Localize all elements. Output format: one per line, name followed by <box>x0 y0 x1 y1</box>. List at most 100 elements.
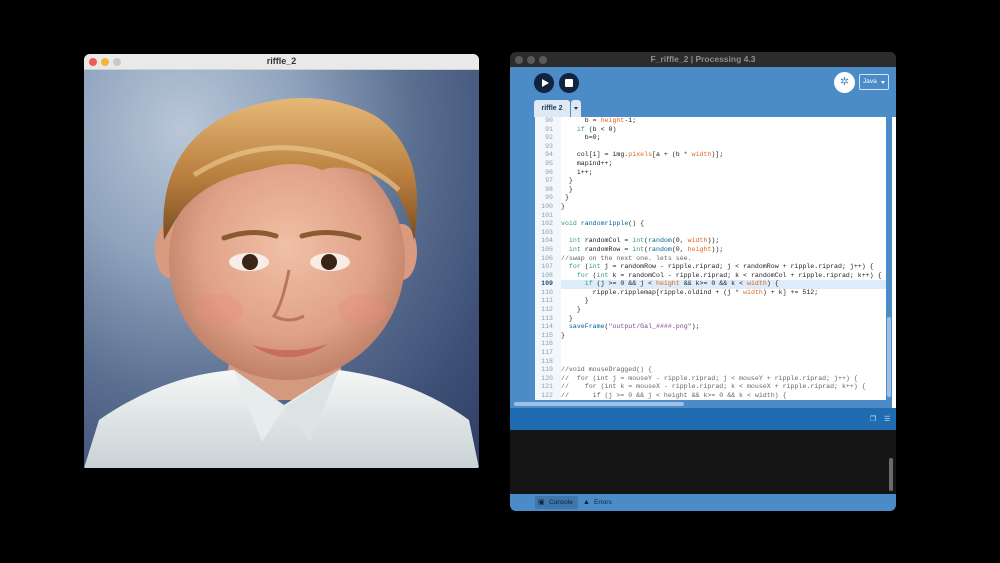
code-line[interactable]: 102 void randomripple() { <box>541 220 886 229</box>
code-text: } <box>561 185 573 193</box>
code-text: } <box>561 202 565 210</box>
tab-errors[interactable]: ▲ Errors <box>580 496 617 509</box>
mode-select[interactable]: Java <box>859 74 889 90</box>
sketch-title: riffle_2 <box>266 56 297 66</box>
tab-errors-label: Errors <box>594 499 612 506</box>
code-line[interactable]: 93 <box>545 143 886 152</box>
line-number: 110 <box>541 288 553 296</box>
tab-console-label: Console <box>549 499 573 506</box>
tab-riffle-2[interactable]: riffle 2 <box>534 100 570 117</box>
code-line[interactable]: 114 saveFrame("output/Gal_####.png"); <box>541 323 886 332</box>
tab-menu-button[interactable] <box>571 100 581 117</box>
code-line[interactable]: 115} <box>541 331 886 341</box>
code-line[interactable]: 118 <box>541 358 886 367</box>
line-number: 109 <box>541 280 553 288</box>
sketch-canvas[interactable] <box>84 70 479 468</box>
run-button[interactable] <box>534 73 554 93</box>
line-number: 99 <box>545 194 553 202</box>
copy-icon[interactable]: ❐ <box>870 415 878 423</box>
code-text: if (j >= 0 && j < height && k>= 0 && k <… <box>584 280 779 288</box>
code-line[interactable]: 100} <box>541 202 886 212</box>
code-line[interactable]: 107 for (int j = randomRow - ripple.ripr… <box>541 263 886 272</box>
code-line[interactable]: 119 //void mouseDragged() { <box>541 366 886 375</box>
code-line[interactable]: 94 col[i] = img.pixels[a + (b * width)]; <box>545 151 886 160</box>
code-line[interactable]: 99 } <box>545 194 886 203</box>
code-line[interactable]: 121 // for (int k = mouseX - ripple.ripra… <box>541 383 886 392</box>
ide-titlebar[interactable]: F_riffle_2 | Processing 4.3 <box>510 52 896 67</box>
code-line[interactable]: 104 int randomCol = int(random(0, width)… <box>541 237 886 246</box>
sketch-titlebar[interactable]: riffle_2 <box>84 54 479 70</box>
code-line[interactable]: 95 mapind++; <box>545 159 886 169</box>
code-line[interactable]: 103 <box>541 229 886 238</box>
code-line[interactable]: 91 if (b < 0) <box>545 125 886 135</box>
vertical-scroll-thumb[interactable] <box>887 317 891 397</box>
status-bar: ❐ ☰ <box>510 408 896 430</box>
code-editor[interactable]: 90 b = height-1; 91 if (b < 0) 92 b=0; 93 94… <box>510 117 896 408</box>
horizontal-scrollbar[interactable] <box>510 400 886 408</box>
sketch-window: riffle_2 <box>84 54 479 468</box>
code-area[interactable]: 90 b = height-1; 91 if (b < 0) 92 b=0; 93 94… <box>541 117 886 399</box>
code-line[interactable]: 105 int randomRow = int(random(0, height… <box>541 246 886 255</box>
code-text: //void mouseDragged() { <box>561 366 653 374</box>
code-text: if (b < 0) <box>576 125 617 133</box>
mode-label: Java <box>863 78 877 85</box>
horizontal-scroll-thumb[interactable] <box>514 402 684 406</box>
ide-toolbar: ✲ Java <box>510 67 896 100</box>
code-line[interactable]: 120 // for (int j = mouseY - ripple.ripra… <box>541 375 886 384</box>
play-icon <box>542 79 549 87</box>
stop-button[interactable] <box>559 73 579 93</box>
code-line[interactable]: 90 b = height-1; <box>545 117 886 126</box>
code-line[interactable]: 98 } <box>545 185 886 195</box>
code-text: i++; <box>561 168 593 176</box>
line-number: 93 <box>545 142 553 150</box>
code-text: for (int j = randomRow - ripple.riprad; … <box>568 263 874 271</box>
debugger-button[interactable]: ✲ <box>834 72 855 93</box>
code-line[interactable]: 116 <box>541 340 886 349</box>
ide-title: F_riffle_2 | Processing 4.3 <box>650 54 756 64</box>
code-text: saveFrame("output/Gal_####.png"); <box>568 323 700 331</box>
code-text: } <box>561 177 573 185</box>
code-text: } <box>561 331 565 339</box>
line-number: 119 <box>541 366 553 374</box>
stop-icon <box>565 79 573 87</box>
line-number: 90 <box>545 117 553 124</box>
console-panel[interactable] <box>510 430 896 494</box>
code-line[interactable]: 112 } <box>541 306 886 315</box>
code-text: col[i] = img.pixels[a + (b * width)]; <box>561 151 724 159</box>
tab-console[interactable]: ▣ Console <box>535 496 578 509</box>
line-number: 97 <box>545 177 553 185</box>
clear-console-icon[interactable]: ☰ <box>884 415 892 423</box>
code-line[interactable]: 113 } <box>541 314 886 324</box>
code-text: for (int k = randomCol - ripple.riprad; … <box>576 271 882 279</box>
code-line[interactable]: 109 if (j >= 0 && j < height && k>= 0 &&… <box>541 280 886 289</box>
code-line[interactable]: 117 <box>541 349 886 358</box>
line-number: 95 <box>545 159 553 167</box>
line-number: 96 <box>545 168 553 176</box>
line-number: 118 <box>541 357 553 365</box>
line-number: 121 <box>541 383 553 391</box>
code-line[interactable]: 101 <box>541 212 886 221</box>
line-number: 112 <box>541 306 553 314</box>
warning-icon: ▲ <box>583 499 590 506</box>
line-number: 94 <box>545 151 553 159</box>
code-line[interactable]: 111 } <box>541 297 886 306</box>
code-text: } <box>561 194 569 202</box>
line-number: 115 <box>541 331 553 339</box>
console-scrollbar[interactable] <box>889 458 893 491</box>
line-number: 101 <box>541 211 553 219</box>
console-icon: ▣ <box>538 499 545 506</box>
code-line[interactable]: 96 i++; <box>545 168 886 178</box>
code-line[interactable]: 92 b=0; <box>545 134 886 143</box>
code-text: mapind++; <box>561 159 613 167</box>
portrait-image <box>84 98 479 468</box>
code-line[interactable]: 106 //swap on the next one. lets see. <box>541 255 886 264</box>
code-line[interactable]: 110 ripple.ripplemap[ripple.oldind + (j … <box>541 289 886 298</box>
code-text: } <box>561 314 573 322</box>
code-line[interactable]: 97 } <box>545 177 886 186</box>
code-line[interactable]: 108 for (int k = randomCol - ripple.ripr… <box>541 271 886 281</box>
line-number: 116 <box>541 340 553 348</box>
bottom-tabbar: ▣ Console ▲ Errors <box>510 494 896 511</box>
code-text: b = height-1; <box>561 117 637 124</box>
code-text: } <box>561 297 589 305</box>
line-number: 113 <box>541 314 553 322</box>
